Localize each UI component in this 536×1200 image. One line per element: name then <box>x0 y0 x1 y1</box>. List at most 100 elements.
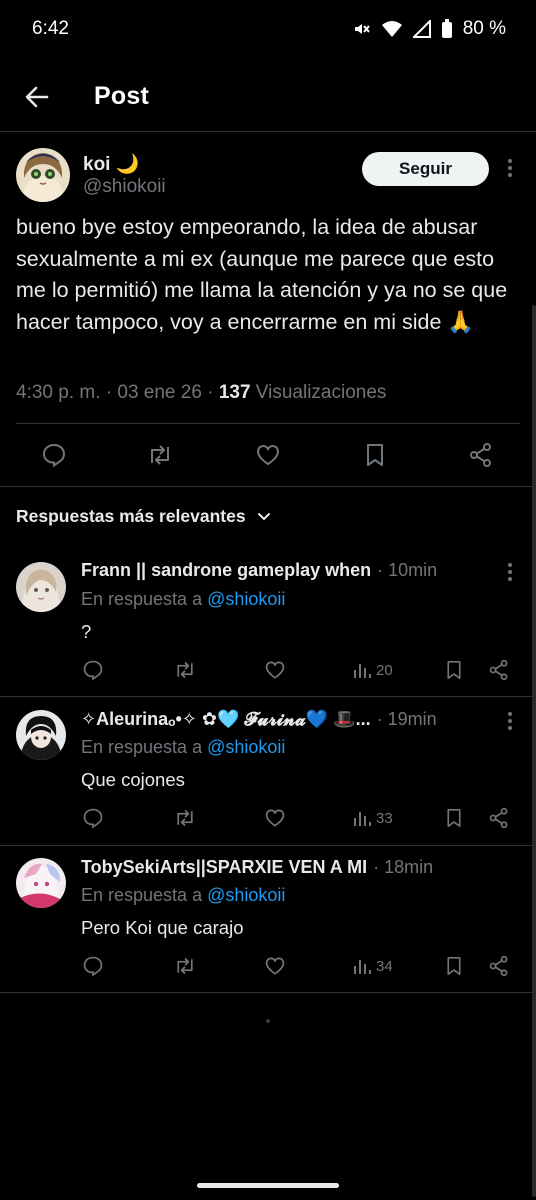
speech-bubble-icon <box>83 808 103 829</box>
reply-views-count: 33 <box>376 809 393 827</box>
views-label: Visualizaciones <box>255 382 387 403</box>
reply-share-button[interactable] <box>486 804 512 832</box>
reply-views-button[interactable]: 34 <box>352 952 402 980</box>
reply-divider <box>0 992 536 993</box>
reply-views-count: 20 <box>376 661 393 679</box>
repost-button[interactable] <box>144 440 176 470</box>
kebab-dot <box>508 577 512 581</box>
reply-share-button[interactable] <box>486 656 512 684</box>
avatar-image <box>16 562 66 612</box>
reply-divider <box>0 696 536 697</box>
reply-share-button[interactable] <box>486 952 512 980</box>
reply-repost-button[interactable] <box>171 656 199 684</box>
replies-section-title: Respuestas más relevantes <box>16 506 246 526</box>
reply-bookmark-button[interactable] <box>442 804 466 832</box>
reply-comment-button[interactable] <box>80 656 106 684</box>
reply-to-mention[interactable]: @shiokoii <box>207 885 285 905</box>
back-button[interactable] <box>22 82 52 112</box>
post-meta: 4:30 p. m. · 03 ene 26 · 137 Visualizaci… <box>16 382 386 404</box>
meta-separator: · <box>105 382 118 403</box>
reply-views-count: 34 <box>376 957 393 975</box>
reply-like-button[interactable] <box>262 952 288 980</box>
follow-button[interactable]: Seguir <box>362 152 489 186</box>
mute-icon <box>351 19 371 39</box>
reply-text: ? <box>81 621 92 642</box>
speech-bubble-icon <box>42 443 66 468</box>
reply-to-mention[interactable]: @shiokoii <box>207 589 285 609</box>
reply-time-value: 18min <box>384 857 434 877</box>
reply-bookmark-button[interactable] <box>442 656 466 684</box>
repost-arrows-icon <box>151 445 169 465</box>
share-button[interactable] <box>466 440 496 470</box>
reply-comment-button[interactable] <box>80 804 106 832</box>
share-icon <box>489 955 508 977</box>
status-icons: 80 % <box>351 18 506 40</box>
bookmark-icon <box>447 809 461 828</box>
reply-more-button[interactable] <box>500 709 520 733</box>
home-indicator[interactable] <box>197 1183 339 1188</box>
avatar-image <box>16 148 70 202</box>
reply-author-name[interactable]: TobySekiArts||SPARXIE VEN A MI <box>81 857 367 878</box>
status-time: 6:42 <box>32 18 69 39</box>
wifi-icon <box>381 19 403 39</box>
reply-like-button[interactable] <box>262 656 288 684</box>
author-avatar[interactable] <box>16 148 70 202</box>
loading-indicator <box>266 1019 270 1023</box>
reply-to-prefix: En respuesta a <box>81 885 203 905</box>
reply-views-button[interactable]: 33 <box>352 804 402 832</box>
reply-author-name[interactable]: ✧Aleurinaₒ•✧ ✿🩵 𝓕𝓾𝓻𝓲𝓷𝓪💙 🎩... <box>81 709 371 730</box>
reply-header: TobySekiArts||SPARXIE VEN A MI · 18min <box>81 857 506 878</box>
reply-header: Frann || sandrone gameplay when · 10min <box>81 560 506 581</box>
avatar-image <box>16 710 66 760</box>
post-time[interactable]: 4:30 p. m. <box>16 382 101 403</box>
chevron-down-icon <box>257 512 270 520</box>
reply-repost-button[interactable] <box>171 804 199 832</box>
share-icon <box>489 807 508 829</box>
reply-time-value: 10min <box>388 560 438 580</box>
page-title: Post <box>94 82 149 110</box>
speech-bubble-icon <box>83 956 103 977</box>
battery-icon <box>441 19 453 39</box>
reply-more-button[interactable] <box>500 560 520 584</box>
reply-avatar[interactable] <box>16 562 66 612</box>
kebab-dot <box>508 173 512 177</box>
reply-comment-button[interactable] <box>80 952 106 980</box>
reply-views-button[interactable]: 20 <box>352 656 402 684</box>
meta-separator: · <box>207 382 219 403</box>
kebab-dot <box>508 166 512 170</box>
reply-avatar[interactable] <box>16 710 66 760</box>
post-date[interactable]: 03 ene 26 <box>117 382 202 403</box>
scrollbar[interactable] <box>532 305 536 1197</box>
reply-bookmark-button[interactable] <box>442 952 466 980</box>
kebab-dot <box>508 726 512 730</box>
reply-button[interactable] <box>38 440 70 470</box>
author-name[interactable]: koi 🌙 <box>83 152 139 176</box>
reply-avatar[interactable] <box>16 858 66 908</box>
bookmark-icon <box>367 444 383 466</box>
like-button[interactable] <box>252 440 284 470</box>
heart-icon <box>265 957 285 975</box>
author-handle[interactable]: @shiokoii <box>83 176 166 198</box>
reply-to-line: En respuesta a @shiokoii <box>81 589 285 610</box>
reply-text: Pero Koi que carajo <box>81 917 244 938</box>
repost-arrows-icon <box>177 809 193 827</box>
bar-chart-icon <box>354 960 371 974</box>
header-divider <box>0 131 536 132</box>
bookmark-icon <box>447 957 461 976</box>
share-icon <box>470 443 491 467</box>
reply-author-name[interactable]: Frann || sandrone gameplay when <box>81 560 371 581</box>
reply-time: · 18min <box>373 857 434 877</box>
heart-icon <box>256 444 280 466</box>
reply-time-value: 19min <box>387 709 437 729</box>
reply-repost-button[interactable] <box>171 952 199 980</box>
signal-icon <box>412 20 431 38</box>
reply-to-mention[interactable]: @shiokoii <box>207 737 285 757</box>
avatar-image <box>16 858 66 908</box>
bookmark-button[interactable] <box>360 440 390 470</box>
three-dots-vertical-icon <box>508 563 512 567</box>
replies-sort-button[interactable]: Respuestas más relevantes <box>16 506 272 527</box>
reply-header: ✧Aleurinaₒ•✧ ✿🩵 𝓕𝓾𝓻𝓲𝓷𝓪💙 🎩... · 19min <box>81 709 506 730</box>
post-more-button[interactable] <box>500 153 520 183</box>
reply-like-button[interactable] <box>262 804 288 832</box>
heart-icon <box>265 809 285 827</box>
